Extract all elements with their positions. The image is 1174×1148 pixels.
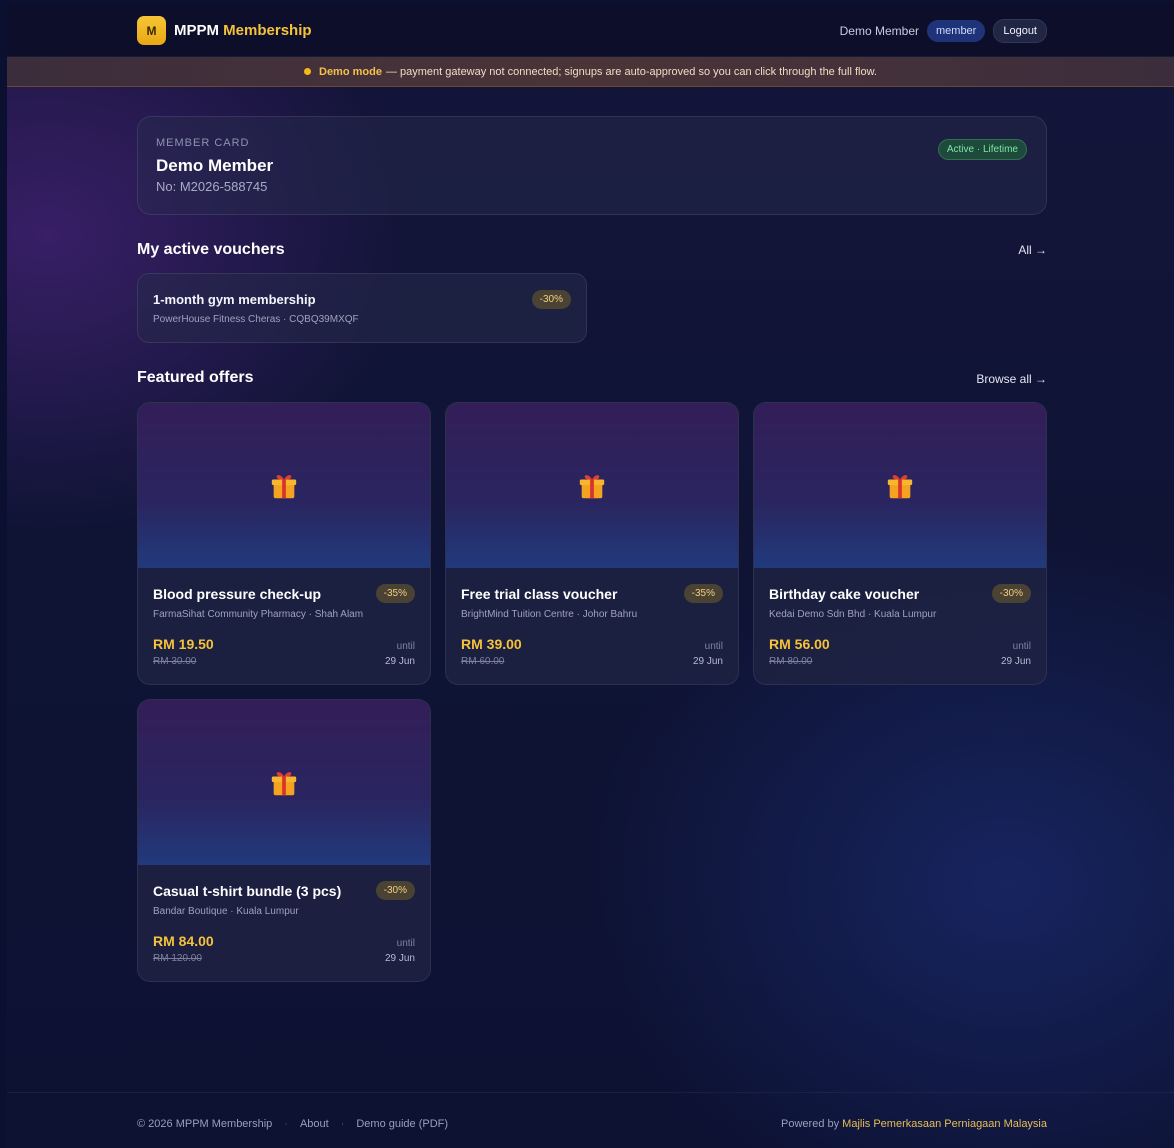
offer-original-price: RM 120.00 bbox=[153, 953, 202, 964]
role-badge: member bbox=[927, 20, 986, 42]
gift-icon bbox=[887, 474, 913, 498]
offer-card[interactable]: Casual t-shirt bundle (3 pcs) -30% Banda… bbox=[137, 699, 431, 982]
offer-expiry-date: 29 Jun bbox=[692, 656, 723, 667]
member-card-label: MEMBER CARD bbox=[156, 137, 250, 149]
footer-copyright: © 2026 MPPM Membership bbox=[137, 1118, 273, 1130]
brand-accent: Membership bbox=[223, 22, 312, 39]
offer-card[interactable]: Blood pressure check-up -35% FarmaSihat … bbox=[137, 402, 431, 685]
app-frame: M MPPM Membership Demo Member member Log… bbox=[7, 5, 1174, 1148]
vouchers-all-link[interactable]: All → bbox=[1018, 243, 1047, 257]
offer-discount-badge: -35% bbox=[683, 584, 723, 603]
footer-links: © 2026 MPPM Membership · About · Demo gu… bbox=[137, 1118, 448, 1130]
offer-title: Casual t-shirt bundle (3 pcs) bbox=[153, 883, 342, 899]
browse-all-link[interactable]: Browse all → bbox=[976, 372, 1047, 386]
offer-image bbox=[754, 403, 1046, 568]
voucher-discount-badge: -30% bbox=[531, 290, 571, 309]
footer-separator: · bbox=[284, 1118, 288, 1130]
offer-until-label: until bbox=[704, 641, 723, 652]
voucher-subtitle: PowerHouse Fitness Cheras · CQBQ39MXQF bbox=[153, 314, 359, 325]
member-number: No: M2026-588745 bbox=[156, 179, 268, 194]
offer-title: Birthday cake voucher bbox=[769, 586, 920, 602]
offer-title: Free trial class voucher bbox=[461, 586, 618, 602]
footer-about-link[interactable]: About bbox=[300, 1118, 329, 1130]
offer-discount-badge: -30% bbox=[991, 584, 1031, 603]
offer-image bbox=[446, 403, 738, 568]
offer-merchant: FarmaSihat Community Pharmacy · Shah Ala… bbox=[153, 609, 364, 620]
offer-original-price: RM 30.00 bbox=[153, 656, 197, 667]
gift-icon bbox=[271, 771, 297, 795]
footer-separator: · bbox=[340, 1118, 345, 1130]
offer-price: RM 19.50 bbox=[153, 636, 214, 652]
powered-by-label: Powered by bbox=[781, 1118, 840, 1130]
offer-until-label: until bbox=[396, 641, 415, 652]
vouchers-section-title: My active vouchers bbox=[137, 241, 285, 258]
offer-until-label: until bbox=[396, 938, 415, 949]
status-dot-icon bbox=[304, 68, 311, 75]
offer-merchant: Kedai Demo Sdn Bhd · Kuala Lumpur bbox=[769, 609, 937, 620]
footer: © 2026 MPPM Membership · About · Demo gu… bbox=[7, 1092, 1174, 1148]
offer-discount-badge: -35% bbox=[375, 584, 415, 603]
demo-mode-banner: Demo mode — payment gateway not connecte… bbox=[7, 57, 1174, 87]
brand-name: MPPM Membership bbox=[174, 22, 312, 39]
offer-expiry-date: 29 Jun bbox=[384, 953, 415, 964]
voucher-title: 1-month gym membership bbox=[153, 292, 316, 307]
footer-powered-by: Powered by Majlis Pemerkasaan Perniagaan… bbox=[781, 1118, 1047, 1130]
offer-card[interactable]: Birthday cake voucher -30% Kedai Demo Sd… bbox=[753, 402, 1047, 685]
logout-button[interactable]: Logout bbox=[993, 19, 1047, 43]
footer-demo-guide-link[interactable]: Demo guide (PDF) bbox=[356, 1118, 448, 1130]
demo-mode-label: Demo mode bbox=[319, 65, 382, 78]
offer-image bbox=[138, 700, 430, 865]
gift-icon bbox=[579, 474, 605, 498]
membership-status-badge: Active · Lifetime bbox=[937, 139, 1027, 160]
brand[interactable]: M MPPM Membership bbox=[137, 16, 312, 45]
offer-card[interactable]: Free trial class voucher -35% BrightMind… bbox=[445, 402, 739, 685]
gift-icon bbox=[271, 474, 297, 498]
powered-by-org-link[interactable]: Majlis Pemerkasaan Perniagaan Malaysia bbox=[842, 1118, 1047, 1130]
offer-expiry-date: 29 Jun bbox=[384, 656, 415, 667]
member-card: MEMBER CARD Demo Member No: M2026-588745… bbox=[137, 116, 1047, 215]
offer-price: RM 56.00 bbox=[769, 636, 830, 652]
top-nav: M MPPM Membership Demo Member member Log… bbox=[7, 5, 1174, 57]
member-name: Demo Member bbox=[156, 156, 274, 175]
offer-merchant: BrightMind Tuition Centre · Johor Bahru bbox=[461, 609, 638, 620]
offer-original-price: RM 60.00 bbox=[461, 656, 505, 667]
nav-user-area: Demo Member member Logout bbox=[840, 19, 1047, 43]
offer-discount-badge: -30% bbox=[375, 881, 415, 900]
offer-merchant: Bandar Boutique · Kuala Lumpur bbox=[153, 906, 299, 917]
demo-mode-text: — payment gateway not connected; signups… bbox=[385, 65, 877, 78]
brand-logo: M bbox=[137, 16, 166, 45]
offer-price: RM 39.00 bbox=[461, 636, 522, 652]
offer-image bbox=[138, 403, 430, 568]
user-name: Demo Member bbox=[839, 24, 919, 38]
offers-section-title: Featured offers bbox=[137, 369, 254, 386]
offer-price: RM 84.00 bbox=[153, 933, 214, 949]
voucher-card[interactable]: 1-month gym membership PowerHouse Fitnes… bbox=[137, 273, 587, 343]
offer-original-price: RM 80.00 bbox=[769, 656, 813, 667]
offer-until-label: until bbox=[1012, 641, 1031, 652]
offer-expiry-date: 29 Jun bbox=[1000, 656, 1031, 667]
offer-title: Blood pressure check-up bbox=[153, 586, 322, 602]
brand-main: MPPM bbox=[174, 22, 219, 39]
